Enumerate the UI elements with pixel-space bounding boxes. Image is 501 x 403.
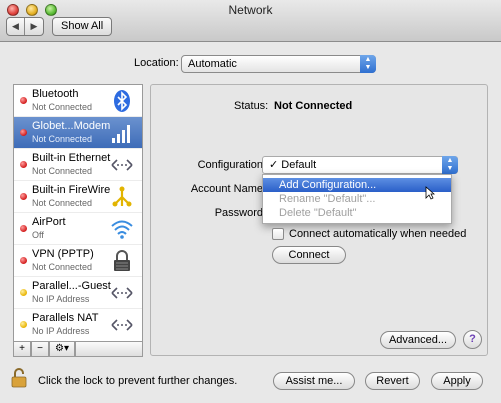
service-list-toolbar: + − ⚙▾: [13, 342, 143, 357]
toolbar-filler: [75, 342, 143, 357]
menu-item-rename-default[interactable]: Rename "Default"...: [263, 192, 451, 206]
popup-arrows-icon: ▲ ▼: [360, 55, 376, 73]
help-button[interactable]: ?: [463, 330, 482, 349]
auto-connect-label: Connect automatically when needed: [289, 228, 467, 240]
service-item-builtin-ethernet[interactable]: Built-in Ethernet Not Connected: [14, 149, 142, 181]
ethernet-icon: [111, 287, 133, 299]
service-status: Not Connected: [32, 102, 93, 112]
popup-arrows-icon: ▲ ▼: [442, 156, 458, 174]
service-status: Not Connected: [32, 134, 93, 144]
service-status: No IP Address: [32, 326, 90, 336]
location-value: Automatic: [188, 58, 237, 70]
assist-me-button[interactable]: Assist me...: [273, 372, 355, 390]
service-item-globetrotter-modem[interactable]: Globet...Modem Not Connected: [14, 117, 142, 149]
account-name-label: Account Name: [190, 183, 263, 195]
auto-connect-checkbox[interactable]: [272, 228, 284, 240]
airport-wifi-icon: [111, 220, 133, 239]
service-name: Parallels NAT: [32, 312, 99, 324]
menu-item-delete-default[interactable]: Delete "Default": [263, 206, 451, 220]
status-dot-red: [20, 193, 27, 200]
remove-service-button[interactable]: −: [31, 342, 49, 357]
service-status: Not Connected: [32, 198, 93, 208]
lock-message: Click the lock to prevent further change…: [38, 375, 238, 387]
configuration-label: Configuration: [197, 159, 263, 171]
status-dot-red: [20, 257, 27, 264]
configuration-menu: Add Configuration... Rename "Default"...…: [262, 174, 452, 224]
service-name: Built-in FireWire: [32, 184, 111, 196]
service-name: VPN (PPTP): [32, 248, 94, 260]
configuration-value: ✓ Default: [269, 159, 317, 171]
revert-button[interactable]: Revert: [365, 372, 420, 390]
window-title: Network: [228, 3, 273, 17]
signal-bars-icon: [112, 125, 130, 143]
service-status: Off: [32, 230, 44, 240]
ethernet-icon: [111, 159, 133, 171]
connect-button[interactable]: Connect: [272, 246, 346, 264]
password-label: Password: [214, 207, 263, 219]
service-item-vpn-pptp[interactable]: VPN (PPTP) Not Connected: [14, 245, 142, 277]
mouse-pointer-icon: [425, 186, 435, 200]
title-bar: Network ◀ ▶ Show All: [0, 0, 501, 42]
service-item-airport[interactable]: AirPort Off: [14, 213, 142, 245]
location-popup[interactable]: Automatic ▲ ▼: [181, 55, 376, 73]
back-button[interactable]: ◀: [7, 18, 25, 35]
service-item-parallels-nat[interactable]: Parallels NAT No IP Address: [14, 309, 142, 341]
firewire-icon: [112, 186, 132, 207]
service-status: Not Connected: [32, 166, 93, 176]
location-label: Location:: [134, 57, 179, 69]
service-item-builtin-firewire[interactable]: Built-in FireWire Not Connected: [14, 181, 142, 213]
bluetooth-icon: [114, 90, 130, 112]
status-value: Not Connected: [274, 100, 353, 112]
back-forward-control: ◀ ▶: [6, 17, 44, 36]
service-name: AirPort: [32, 216, 66, 228]
status-dot-yellow: [20, 289, 27, 296]
service-list[interactable]: Bluetooth Not Connected Globet...Modem N…: [13, 84, 143, 342]
status-dot-yellow: [20, 321, 27, 328]
service-item-parallels-guest[interactable]: Parallel...-Guest No IP Address: [14, 277, 142, 309]
auto-connect-row[interactable]: Connect automatically when needed: [272, 228, 466, 240]
service-status: No IP Address: [32, 294, 90, 304]
service-item-bluetooth[interactable]: Bluetooth Not Connected: [14, 85, 142, 117]
add-service-button[interactable]: +: [13, 342, 31, 357]
service-status: Not Connected: [32, 262, 93, 272]
action-menu-button[interactable]: ⚙▾: [49, 342, 75, 357]
status-dot-red: [20, 129, 27, 136]
service-name: Parallel...-Guest: [32, 280, 111, 292]
menu-item-add-configuration[interactable]: Add Configuration...: [263, 178, 451, 192]
forward-button[interactable]: ▶: [25, 18, 43, 35]
apply-button[interactable]: Apply: [431, 372, 483, 390]
advanced-button[interactable]: Advanced...: [380, 331, 456, 349]
status-label: Status:: [234, 100, 269, 112]
lock-icon[interactable]: [11, 368, 27, 388]
service-name: Built-in Ethernet: [32, 152, 111, 164]
show-all-button[interactable]: Show All: [52, 17, 113, 36]
vpn-lock-icon: [114, 250, 130, 271]
ethernet-icon: [111, 319, 133, 331]
service-name: Globet...Modem: [32, 120, 111, 132]
status-dot-red: [20, 161, 27, 168]
status-dot-red: [20, 97, 27, 104]
service-name: Bluetooth: [32, 88, 79, 100]
status-dot-red: [20, 225, 27, 232]
configuration-popup[interactable]: ✓ Default ▲ ▼: [262, 156, 458, 174]
